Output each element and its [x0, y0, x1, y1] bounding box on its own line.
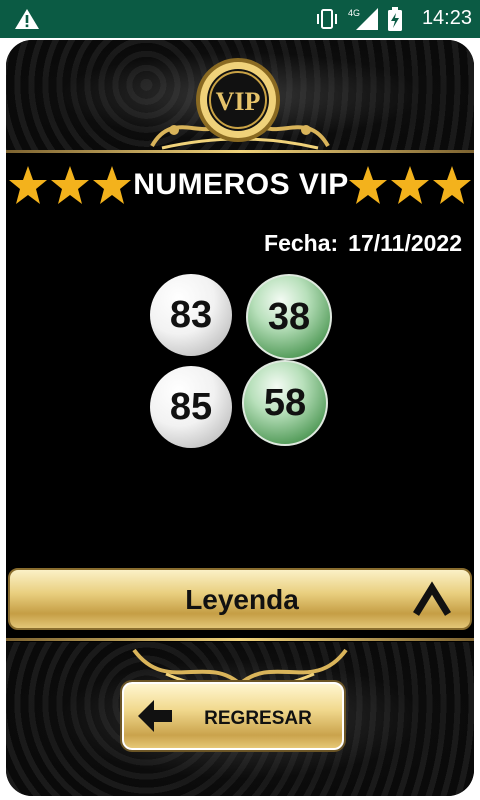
stars-left — [8, 164, 132, 208]
vibrate-icon — [317, 9, 337, 29]
chevron-up-icon[interactable] — [410, 580, 454, 620]
star-icon — [391, 166, 429, 204]
page-title: NUMEROS VIP — [133, 168, 349, 201]
stars-right — [348, 164, 472, 208]
legend-toggle-bar[interactable]: Leyenda — [8, 568, 472, 630]
legend-label: Leyenda — [185, 584, 299, 615]
star-icon — [51, 166, 89, 204]
divider-bottom — [6, 638, 474, 641]
date-value: 17/11/2022 — [348, 230, 462, 256]
warning-icon — [15, 9, 39, 29]
date-label: Fecha: — [264, 230, 339, 256]
status-bar: 4G 14:23 — [0, 0, 480, 38]
number-ball: 83 — [150, 274, 232, 356]
title-row: NUMEROS VIP — [6, 158, 474, 214]
back-button[interactable]: REGRESAR — [122, 682, 344, 750]
arrow-left-icon — [138, 700, 172, 732]
svg-text:4G: 4G — [348, 8, 360, 18]
number-ball: 58 — [242, 360, 328, 446]
signal-icon: 4G — [348, 8, 378, 30]
star-icon — [433, 166, 471, 204]
divider-top — [6, 150, 474, 153]
vip-badge: VIP — [196, 58, 280, 142]
star-icon — [349, 166, 387, 204]
back-button-label: REGRESAR — [204, 708, 312, 729]
status-time: 14:23 — [421, 7, 472, 29]
svg-text:VIP: VIP — [216, 87, 261, 116]
battery-charging-icon — [388, 7, 402, 31]
number-ball: 38 — [246, 274, 332, 360]
date-row: Fecha: 17/11/2022 — [264, 230, 462, 257]
number-ball: 85 — [150, 366, 232, 448]
star-icon — [9, 166, 47, 204]
